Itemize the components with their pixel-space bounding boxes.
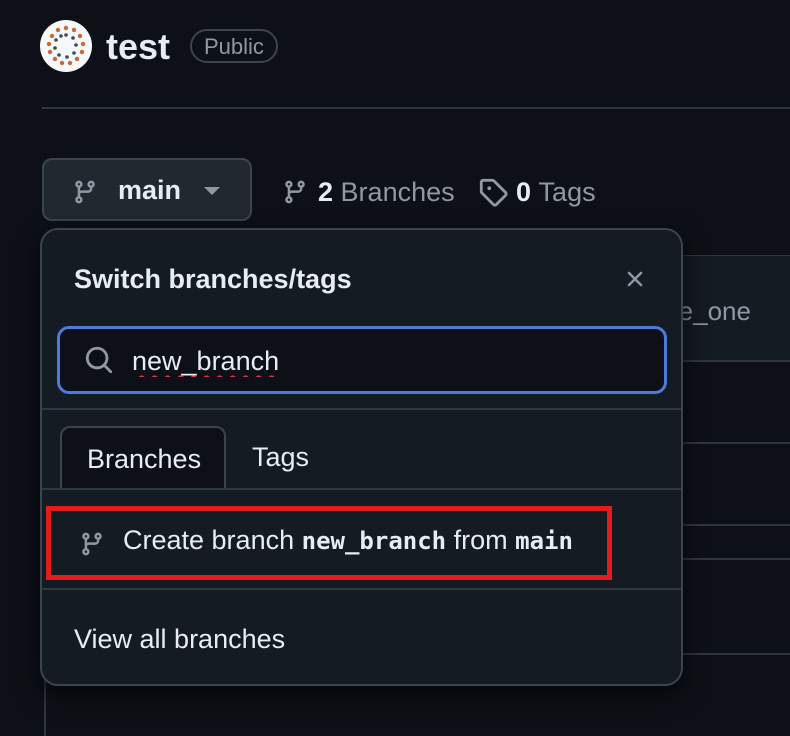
tags-count: 0 <box>516 176 532 207</box>
divider <box>42 588 681 590</box>
create-branch-text: Create branch new_branch from main <box>123 525 573 556</box>
source-branch-name: main <box>515 527 573 555</box>
new-branch-name: new_branch <box>301 527 447 555</box>
tab-tags[interactable]: Tags <box>252 442 309 473</box>
divider <box>42 408 681 410</box>
close-icon[interactable] <box>622 266 648 292</box>
divider <box>42 488 681 490</box>
branches-label: Branches <box>340 176 455 207</box>
branch-search-field[interactable] <box>57 326 667 394</box>
avatar-dots-icon <box>46 25 86 66</box>
branches-link[interactable]: 2 Branches <box>282 172 455 212</box>
create-branch-option[interactable]: Create branch new_branch from main <box>46 506 612 580</box>
repo-owner-avatar[interactable] <box>40 20 92 72</box>
switch-branches-dropdown: Switch branches/tags Branches Tags Creat… <box>40 228 683 686</box>
git-branch-icon <box>82 532 102 556</box>
view-all-branches-link[interactable]: View all branches <box>74 624 285 655</box>
tab-branches-label: Branches <box>87 444 202 474</box>
search-icon <box>85 346 113 374</box>
chevron-down-icon <box>204 187 220 195</box>
tag-icon <box>479 178 508 207</box>
tags-link[interactable]: 0 Tags <box>478 172 596 212</box>
git-branch-icon <box>75 180 95 204</box>
tab-branches[interactable]: Branches <box>60 426 226 490</box>
branch-selector-button[interactable]: main <box>42 158 252 221</box>
tags-label: Tags <box>538 176 596 207</box>
current-branch-label: main <box>118 175 182 205</box>
header-divider <box>42 107 790 109</box>
create-from: from <box>453 525 508 555</box>
branches-count: 2 <box>318 176 334 207</box>
dropdown-title: Switch branches/tags <box>74 264 352 294</box>
git-branch-icon <box>285 180 305 204</box>
create-prefix: Create branch <box>123 525 295 555</box>
repo-name[interactable]: test <box>106 24 170 70</box>
visibility-badge: Public <box>190 29 278 63</box>
branch-search-input[interactable] <box>132 341 632 381</box>
